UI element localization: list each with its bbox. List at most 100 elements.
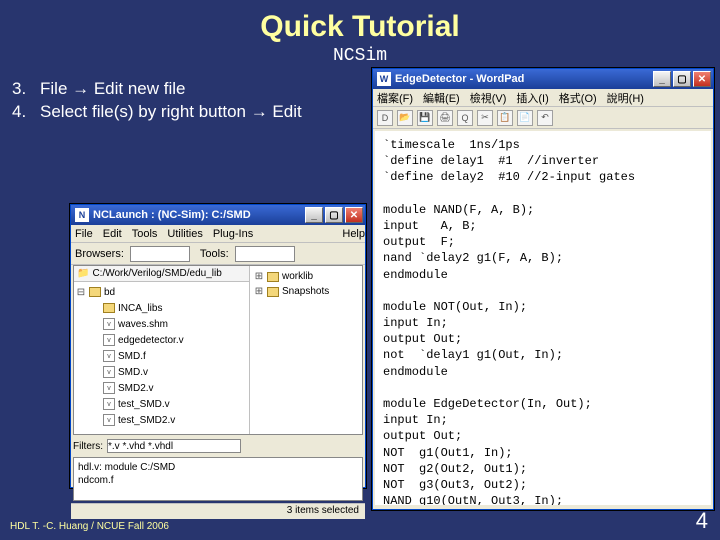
file-icon: v: [103, 398, 115, 410]
tree-item[interactable]: vtest_SMD2.v: [76, 412, 247, 428]
status-pane: hdl.v: module C:/SMD ndcom.f: [73, 457, 363, 501]
tree-item[interactable]: ⊟ bd: [76, 284, 247, 300]
expand-icon[interactable]: ⊞: [254, 271, 264, 282]
tree-item-label: test_SMD.v: [118, 399, 170, 410]
filter-label: Filters:: [73, 441, 103, 452]
menu-file[interactable]: File: [75, 228, 93, 240]
wordpad-toolbar: D 📂 💾 🖨 Q ✂ 📋 📄 ↶: [373, 107, 713, 129]
open-icon[interactable]: 📂: [397, 110, 413, 126]
nclaunch-panes: 📁 C:/Work/Verilog/SMD/edu_lib ⊟ bdINCA_li…: [73, 265, 363, 435]
tree-item[interactable]: vtest_SMD.v: [76, 396, 247, 412]
folder-up-icon[interactable]: 📁: [77, 268, 89, 279]
find-icon[interactable]: Q: [457, 110, 473, 126]
tree-item-label: edgedetector.v: [118, 335, 184, 346]
nclaunch-titlebar[interactable]: N NCLaunch : (NC-Sim): C:/SMD _ ▢ ✕: [71, 205, 365, 225]
instruction-list: 3. File → Edit new file 4. Select file(s…: [12, 78, 302, 124]
wordpad-menubar: 檔案(F) 編輯(E) 檢視(V) 插入(I) 格式(O) 說明(H): [373, 89, 713, 107]
file-browser-pane: 📁 C:/Work/Verilog/SMD/edu_lib ⊟ bdINCA_li…: [74, 266, 250, 434]
save-icon[interactable]: 💾: [417, 110, 433, 126]
folder-icon: [267, 272, 279, 282]
nclaunch-toolbar: Browsers: Tools:: [71, 243, 365, 265]
tools-dropdown[interactable]: [235, 246, 295, 262]
nclaunch-title: NCLaunch : (NC-Sim): C:/SMD: [93, 209, 251, 221]
instruction-number: 4.: [12, 101, 30, 124]
instruction-item: 3. File → Edit new file: [12, 78, 302, 101]
tree-item[interactable]: vedgedetector.v: [76, 332, 247, 348]
menu-tools[interactable]: Tools: [132, 228, 158, 240]
maximize-button[interactable]: ▢: [673, 71, 691, 87]
wordpad-title: EdgeDetector - WordPad: [395, 73, 524, 85]
maximize-button[interactable]: ▢: [325, 207, 343, 223]
tree-item-label: INCA_libs: [118, 303, 162, 314]
print-icon[interactable]: 🖨: [437, 110, 453, 126]
tree-item-label: waves.shm: [118, 319, 168, 330]
folder-icon: [89, 287, 101, 297]
nclaunch-app-icon: N: [75, 208, 89, 222]
menu-view[interactable]: 檢視(V): [470, 90, 507, 106]
tree-item[interactable]: vSMD.f: [76, 348, 247, 364]
file-icon: v: [103, 414, 115, 426]
file-icon: v: [103, 318, 115, 330]
instruction-text: Select file(s) by right button → Edit: [40, 101, 302, 124]
file-icon: v: [103, 366, 115, 378]
slide-subtitle: NCSim: [0, 46, 720, 66]
status-line: hdl.v: module C:/SMD: [78, 461, 358, 474]
menu-file[interactable]: 檔案(F): [377, 90, 413, 106]
menu-utilities[interactable]: Utilities: [167, 228, 202, 240]
page-number: 4: [696, 508, 708, 534]
slide-footer: HDL T. -C. Huang / NCUE Fall 2006: [10, 521, 169, 532]
minimize-button[interactable]: _: [305, 207, 323, 223]
tree-item-label: SMD.v: [118, 367, 148, 378]
file-tree[interactable]: ⊟bdINCA_libsvwaves.shmvedgedetector.vvSM…: [74, 282, 249, 434]
menu-help[interactable]: Help: [342, 228, 365, 240]
wordpad-window: W EdgeDetector - WordPad _ ▢ ✕ 檔案(F) 編輯(…: [372, 68, 714, 510]
path-bar[interactable]: 📁 C:/Work/Verilog/SMD/edu_lib: [74, 266, 249, 282]
library-item[interactable]: ⊞ Snapshots: [254, 284, 358, 299]
library-tree[interactable]: ⊞ worklib ⊞ Snapshots: [250, 266, 362, 434]
tree-item-label: test_SMD2.v: [118, 415, 175, 426]
tree-item[interactable]: vwaves.shm: [76, 316, 247, 332]
new-icon[interactable]: D: [377, 110, 393, 126]
copy-icon[interactable]: 📋: [497, 110, 513, 126]
menu-plugins[interactable]: Plug-Ins: [213, 228, 253, 240]
wordpad-editor[interactable]: `timescale 1ns/1ps `define delay1 #1 //i…: [375, 131, 711, 505]
library-label: Snapshots: [282, 286, 329, 297]
instruction-number: 3.: [12, 78, 30, 101]
instruction-text: File → Edit new file: [40, 78, 186, 101]
tree-item[interactable]: INCA_libs: [76, 300, 247, 316]
nclaunch-menubar: File Edit Tools Utilities Plug-Ins Help: [71, 225, 365, 243]
paste-icon[interactable]: 📄: [517, 110, 533, 126]
library-item[interactable]: ⊞ worklib: [254, 269, 358, 284]
status-line: ndcom.f: [78, 474, 358, 487]
file-icon: v: [103, 382, 115, 394]
wordpad-titlebar[interactable]: W EdgeDetector - WordPad _ ▢ ✕: [373, 69, 713, 89]
tree-item[interactable]: vSMD.v: [76, 364, 247, 380]
menu-help[interactable]: 說明(H): [607, 90, 644, 106]
file-icon: v: [103, 350, 115, 362]
browsers-dropdown[interactable]: [130, 246, 190, 262]
undo-icon[interactable]: ↶: [537, 110, 553, 126]
minimize-button[interactable]: _: [653, 71, 671, 87]
instruction-item: 4. Select file(s) by right button → Edit: [12, 101, 302, 124]
close-button[interactable]: ✕: [693, 71, 711, 87]
menu-insert[interactable]: 插入(I): [516, 90, 548, 106]
folder-icon: [267, 287, 279, 297]
expand-icon[interactable]: ⊟: [76, 287, 86, 298]
menu-edit[interactable]: 編輯(E): [423, 90, 460, 106]
tools-label: Tools:: [200, 248, 229, 260]
cut-icon[interactable]: ✂: [477, 110, 493, 126]
folder-icon: [103, 303, 115, 313]
expand-icon[interactable]: ⊞: [254, 286, 264, 297]
tree-item-label: SMD2.v: [118, 383, 154, 394]
tree-item[interactable]: vSMD2.v: [76, 380, 247, 396]
menu-edit[interactable]: Edit: [103, 228, 122, 240]
menu-format[interactable]: 格式(O): [559, 90, 597, 106]
filter-input[interactable]: [107, 439, 241, 453]
close-button[interactable]: ✕: [345, 207, 363, 223]
path-text: C:/Work/Verilog/SMD/edu_lib: [92, 268, 221, 279]
library-label: worklib: [282, 271, 313, 282]
filter-bar: Filters:: [73, 437, 363, 455]
browsers-label: Browsers:: [75, 248, 124, 260]
tree-item-label: bd: [104, 287, 115, 298]
file-icon: v: [103, 334, 115, 346]
